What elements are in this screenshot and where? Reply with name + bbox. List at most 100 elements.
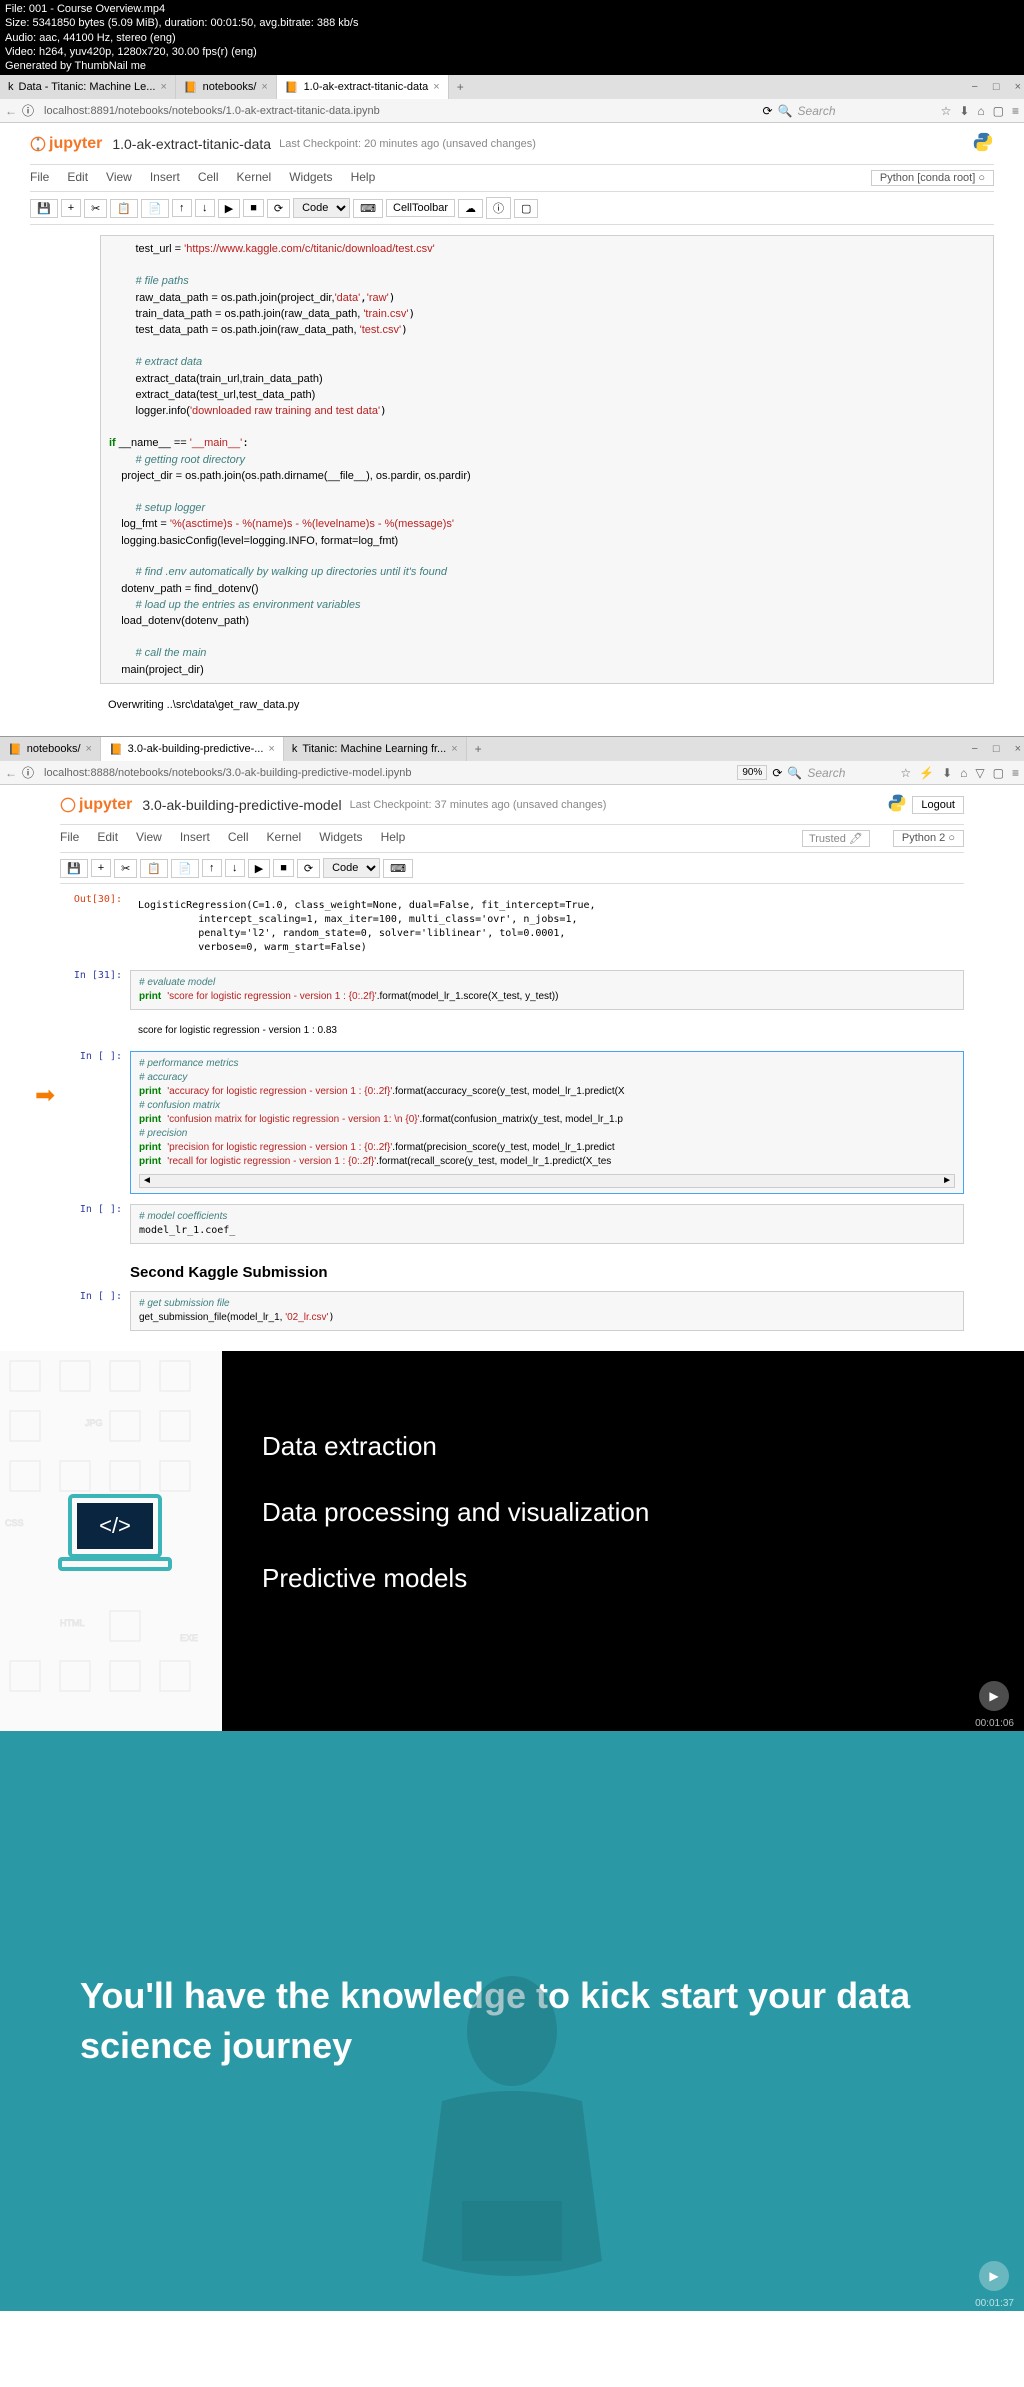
info-button[interactable]: ⓘ: [486, 197, 511, 219]
menu-help[interactable]: Help: [351, 170, 376, 186]
menu-edit[interactable]: Edit: [67, 170, 88, 186]
menu-insert[interactable]: Insert: [180, 830, 210, 847]
search-placeholder[interactable]: Search: [798, 104, 836, 118]
cloud-button[interactable]: ☁: [458, 199, 483, 218]
ext-button[interactable]: ▢: [514, 199, 538, 218]
close-icon[interactable]: ×: [433, 81, 439, 93]
menu-cell[interactable]: Cell: [198, 170, 219, 186]
new-tab-button[interactable]: +: [467, 742, 490, 756]
cut-button[interactable]: ✂: [114, 859, 137, 878]
tab-active-notebook[interactable]: 📙 1.0-ak-extract-titanic-data ×: [277, 75, 449, 99]
jupyter-logo[interactable]: jupyter: [60, 796, 132, 814]
pocket-icon[interactable]: ▽: [975, 766, 984, 780]
menu-view[interactable]: View: [106, 170, 132, 186]
sidebar-icon[interactable]: ▢: [993, 766, 1004, 780]
restart-button[interactable]: ⟳: [297, 859, 320, 878]
sidebar-icon[interactable]: ▢: [993, 104, 1004, 118]
search-placeholder[interactable]: Search: [807, 766, 845, 780]
close-icon[interactable]: ×: [160, 81, 166, 93]
restart-button[interactable]: ⟳: [267, 199, 290, 218]
minimize-icon[interactable]: −: [971, 743, 977, 755]
markdown-heading[interactable]: Second Kaggle Submission: [130, 1254, 964, 1291]
cell-content[interactable]: # model coefficients model_lr_1.coef_: [130, 1204, 964, 1244]
move-down-button[interactable]: ↓: [225, 859, 245, 877]
code-cell[interactable]: In [ ]: # model coefficients model_lr_1.…: [60, 1204, 964, 1244]
paste-button[interactable]: 📄: [141, 199, 169, 218]
cell-type-select[interactable]: Code: [293, 198, 350, 218]
menu-insert[interactable]: Insert: [150, 170, 180, 186]
bookmark-icon[interactable]: ☆: [900, 766, 911, 780]
trusted-indicator[interactable]: Trusted 🖊: [802, 830, 870, 847]
menu-icon[interactable]: ≡: [1012, 766, 1019, 780]
info-icon[interactable]: ⓘ: [22, 102, 34, 119]
menu-kernel[interactable]: Kernel: [237, 170, 272, 186]
menu-widgets[interactable]: Widgets: [289, 170, 332, 186]
save-button[interactable]: 💾: [30, 199, 58, 218]
menu-cell[interactable]: Cell: [228, 830, 249, 847]
horizontal-scrollbar[interactable]: ◄►: [139, 1174, 955, 1188]
tab-active-notebook[interactable]: 📙 3.0-ak-building-predictive-... ×: [101, 737, 284, 761]
play-button-icon[interactable]: ▶: [979, 2261, 1009, 2291]
tab-notebooks[interactable]: 📙 notebooks/ ×: [0, 737, 101, 761]
close-icon[interactable]: ×: [1015, 81, 1021, 93]
menu-file[interactable]: File: [60, 830, 79, 847]
cell-content[interactable]: test_url = 'https://www.kaggle.com/c/tit…: [100, 235, 994, 684]
menu-widgets[interactable]: Widgets: [319, 830, 362, 847]
home-icon[interactable]: ⌂: [960, 766, 967, 780]
notebook-title[interactable]: 3.0-ak-building-predictive-model: [142, 797, 341, 813]
tab-kaggle[interactable]: k Data - Titanic: Machine Le... ×: [0, 75, 176, 99]
menu-file[interactable]: File: [30, 170, 49, 186]
menu-view[interactable]: View: [136, 830, 162, 847]
play-button-icon[interactable]: ▶: [979, 1681, 1009, 1711]
notebook-title[interactable]: 1.0-ak-extract-titanic-data: [112, 136, 271, 152]
close-icon[interactable]: ×: [261, 81, 267, 93]
minimize-icon[interactable]: −: [971, 81, 977, 93]
run-button[interactable]: ▶: [218, 199, 240, 218]
paste-button[interactable]: 📄: [171, 859, 199, 878]
cell-content[interactable]: # get submission file get_submission_fil…: [130, 1291, 964, 1331]
back-button[interactable]: ←: [5, 766, 17, 780]
save-button[interactable]: 💾: [60, 859, 88, 878]
close-icon[interactable]: ×: [268, 743, 274, 755]
code-cell[interactable]: In [31]: # evaluate model print 'score f…: [60, 970, 964, 1010]
code-cell[interactable]: In [ ]: # get submission file get_submis…: [60, 1291, 964, 1331]
tab-notebooks[interactable]: 📙 notebooks/ ×: [176, 75, 277, 99]
info-icon[interactable]: ⓘ: [22, 764, 34, 781]
menu-kernel[interactable]: Kernel: [267, 830, 302, 847]
reload-icon[interactable]: ⟳: [763, 104, 773, 118]
close-icon[interactable]: ×: [451, 743, 457, 755]
celltoolbar-select[interactable]: CellToolbar: [386, 199, 455, 217]
stop-button[interactable]: ■: [273, 859, 294, 877]
play-button-icon[interactable]: ▶: [979, 686, 1009, 716]
cell-content[interactable]: # evaluate model print 'score for logist…: [130, 970, 964, 1010]
code-cell[interactable]: test_url = 'https://www.kaggle.com/c/tit…: [30, 235, 994, 684]
move-up-button[interactable]: ↑: [172, 199, 192, 217]
copy-button[interactable]: 📋: [110, 199, 138, 218]
tab-kaggle[interactable]: k Titanic: Machine Learning fr... ×: [284, 737, 467, 761]
new-tab-button[interactable]: +: [449, 80, 472, 94]
url-input[interactable]: localhost:8888/notebooks/notebooks/3.0-a…: [39, 765, 732, 781]
url-input[interactable]: localhost:8891/notebooks/notebooks/1.0-a…: [39, 103, 758, 119]
add-cell-button[interactable]: +: [61, 199, 81, 217]
bookmark-icon[interactable]: ☆: [941, 104, 952, 118]
cell-content[interactable]: # performance metrics # accuracy print '…: [130, 1051, 964, 1194]
code-cell-active[interactable]: ➡ In [ ]: # performance metrics # accura…: [60, 1051, 964, 1194]
action-icon[interactable]: ⬇: [942, 766, 952, 780]
jupyter-logo[interactable]: jupyter: [30, 135, 102, 153]
run-button[interactable]: ▶: [248, 859, 270, 878]
command-palette-button[interactable]: ⌨: [383, 859, 413, 878]
add-cell-button[interactable]: +: [91, 859, 111, 877]
self-icon[interactable]: ⚡: [919, 766, 934, 780]
action-icon[interactable]: ⬇: [959, 104, 969, 118]
cell-type-select[interactable]: Code: [323, 858, 380, 878]
home-icon[interactable]: ⌂: [977, 104, 984, 118]
reload-icon[interactable]: ⟳: [772, 766, 782, 780]
menu-icon[interactable]: ≡: [1012, 104, 1019, 118]
play-button-icon[interactable]: ▶: [979, 1301, 1009, 1331]
menu-edit[interactable]: Edit: [97, 830, 118, 847]
close-icon[interactable]: ×: [86, 743, 92, 755]
zoom-level[interactable]: 90%: [737, 765, 767, 780]
stop-button[interactable]: ■: [243, 199, 264, 217]
move-up-button[interactable]: ↑: [202, 859, 222, 877]
move-down-button[interactable]: ↓: [195, 199, 215, 217]
